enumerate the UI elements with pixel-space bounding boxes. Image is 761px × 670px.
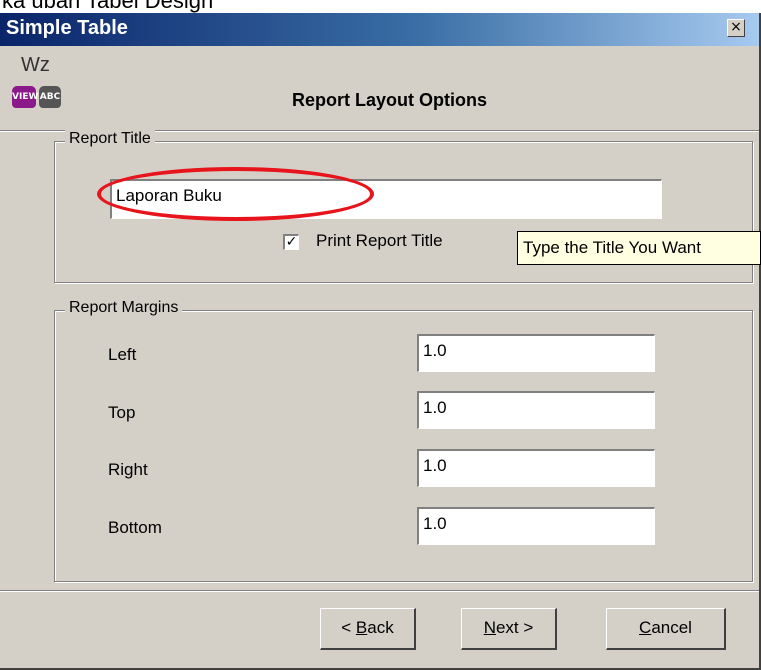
back-button[interactable]: < Back — [320, 608, 416, 650]
margin-left-input[interactable]: 1.0 — [417, 334, 655, 372]
back-button-label: ack — [367, 618, 394, 637]
print-report-title-checkbox[interactable]: ✓ — [283, 234, 299, 250]
next-button-label: ext > — [495, 618, 534, 637]
margin-top-label: Top — [108, 403, 136, 422]
wizard-logo-icon: Wz VIEW ABC — [12, 54, 82, 114]
logo-view-badge: VIEW — [12, 86, 38, 108]
report-title-legend: Report Title — [65, 130, 155, 148]
report-margins-legend: Report Margins — [65, 299, 183, 317]
next-button[interactable]: Next > — [461, 608, 557, 650]
margin-right-input[interactable]: 1.0 — [417, 449, 655, 487]
cancel-button-label: ancel — [651, 618, 692, 637]
logo-text: Wz — [21, 54, 50, 76]
wizard-header: Wz VIEW ABC Report Layout Options — [0, 46, 759, 130]
print-report-title-label[interactable]: Print Report Title — [316, 231, 443, 251]
title-tooltip: Type the Title You Want — [517, 231, 761, 265]
margin-bottom-label: Bottom — [108, 518, 162, 537]
report-title-input[interactable]: Laporan Buku — [110, 179, 662, 219]
margin-right-label: Right — [108, 460, 148, 479]
window-title: Simple Table — [6, 17, 128, 39]
cancel-button[interactable]: Cancel — [606, 608, 726, 650]
margin-top-input[interactable]: 1.0 — [417, 391, 655, 429]
cancel-button-mnemonic: C — [639, 618, 652, 637]
page-caption: ka ubah Tabel Design — [2, 0, 214, 13]
margin-left-label: Left — [108, 345, 137, 364]
margin-bottom-input[interactable]: 1.0 — [417, 507, 655, 545]
back-button-prefix: < — [341, 618, 356, 637]
simple-table-dialog: Simple Table × Wz VIEW ABC Report Layout… — [0, 13, 761, 670]
footer-divider — [0, 590, 759, 592]
title-bar[interactable]: Simple Table × — [0, 13, 759, 46]
back-button-mnemonic: B — [355, 618, 368, 637]
checkmark-icon: ✓ — [285, 234, 298, 250]
logo-abc-badge: ABC — [39, 86, 61, 108]
next-button-mnemonic: N — [483, 618, 496, 637]
close-icon[interactable]: × — [727, 19, 745, 37]
page-title: Report Layout Options — [292, 90, 487, 110]
